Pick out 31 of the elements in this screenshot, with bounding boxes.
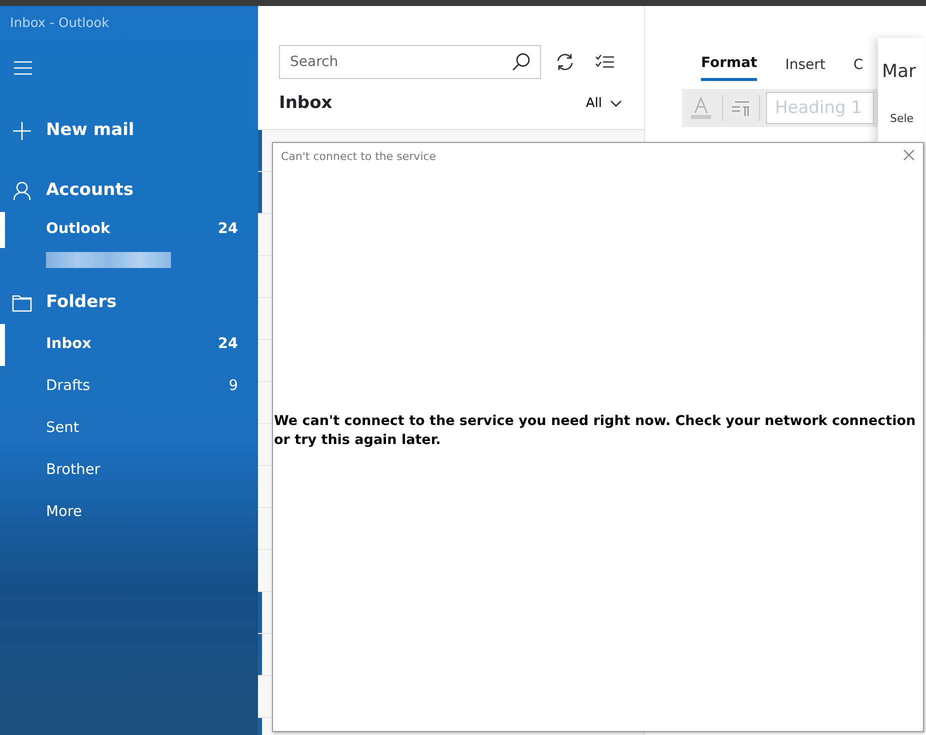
section-heading: Accounts <box>46 178 134 202</box>
panel-text: Sele <box>890 111 915 127</box>
panel-title: Mar <box>882 60 917 84</box>
search-field[interactable]: Search <box>279 45 541 79</box>
style-field[interactable]: Heading 1 <box>766 92 874 124</box>
folder-item[interactable]: Inbox 24 <box>0 324 258 366</box>
folder-item[interactable]: More <box>0 492 258 534</box>
window-title: Inbox - Outlook <box>9 15 110 33</box>
list-heading: Inbox <box>279 92 332 116</box>
tab[interactable]: Insert <box>785 53 826 81</box>
paragraph-icon[interactable] <box>722 95 760 121</box>
sync-icon[interactable] <box>555 52 575 72</box>
account-item[interactable]: Outlook 24 <box>0 212 258 248</box>
section-heading: Folders <box>46 290 117 314</box>
checklist-icon[interactable] <box>595 54 615 70</box>
person-icon <box>12 180 32 200</box>
folder-item[interactable]: Drafts 9 <box>0 366 258 408</box>
filter-dropdown[interactable]: All <box>586 94 622 114</box>
new-mail-link[interactable]: New mail <box>46 118 134 144</box>
dialog-title: Can't connect to the service <box>281 149 436 165</box>
chevron-down-icon <box>610 100 622 108</box>
folder-icon <box>12 294 32 312</box>
plus-icon[interactable] <box>12 120 32 140</box>
tab[interactable]: C <box>853 53 864 81</box>
close-icon[interactable] <box>903 149 915 161</box>
tab[interactable]: Format <box>701 53 758 81</box>
error-message: We can't connect to the service you need right now. Check your network connection or try this again later. <box>273 412 917 450</box>
folder-item[interactable]: Sent <box>0 408 258 450</box>
search-icon[interactable] <box>511 52 531 72</box>
folder-item[interactable]: Brother <box>0 450 258 492</box>
font-color-icon[interactable] <box>690 96 712 120</box>
